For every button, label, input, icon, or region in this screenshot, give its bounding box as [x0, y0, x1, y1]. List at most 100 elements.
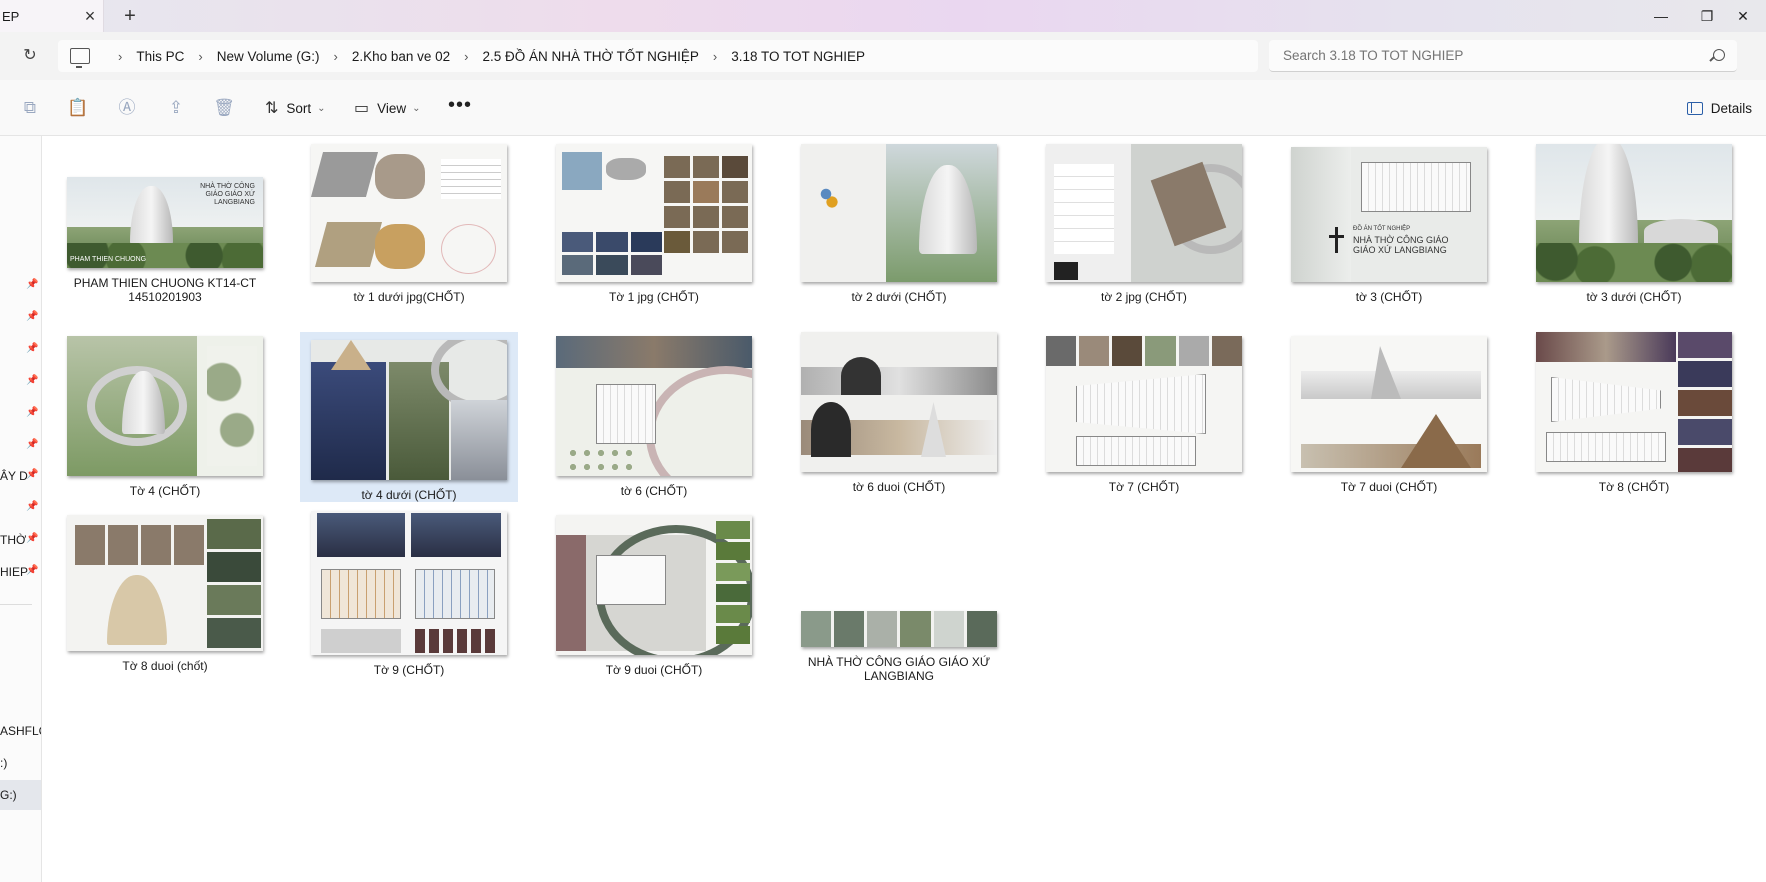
nav-quick-access-item[interactable]: 📌 [0, 303, 41, 333]
search-input[interactable] [1283, 48, 1703, 63]
file-thumbnail [1046, 336, 1242, 472]
rename-icon[interactable]: Ⓐ [115, 96, 139, 120]
nav-item-label: HIEP [0, 565, 29, 579]
file-item[interactable]: Tờ 9 duoi (CHỐT) [545, 511, 763, 691]
chevron-right-icon[interactable]: › [198, 49, 202, 64]
file-name: tờ 1 dưới jpg(CHỐT) [353, 290, 465, 304]
search-icon[interactable] [1713, 49, 1725, 61]
details-button[interactable]: Details [1686, 94, 1752, 122]
file-thumbnail: NHÀ THỜ CÔNG GIÁO GIÁO XỨ LANGBIANG ĐỒ Á… [1291, 147, 1487, 282]
nav-quick-access-item[interactable]: 📌 [0, 493, 41, 523]
chevron-right-icon[interactable]: › [333, 49, 337, 64]
file-item[interactable]: NHÀ THỜ CÔNG GIÁO GIÁO XỨ LANGBIANG ĐỒ Á… [1280, 144, 1498, 304]
file-item[interactable]: Tờ 9 (CHỐT) [300, 511, 518, 691]
file-thumbnail [1536, 144, 1732, 282]
nav-quick-access-item[interactable]: 📌 [0, 271, 41, 301]
chevron-down-icon: ⌄ [317, 102, 326, 114]
sort-button[interactable]: ⇅ Sort ⌄ [265, 94, 326, 122]
nav-drive-item[interactable]: :) [0, 748, 41, 778]
title-bar: EP × + — ❐ ✕ [0, 0, 1766, 32]
file-item[interactable]: tờ 6 (CHỐT) [545, 332, 763, 502]
view-icon: ▭ [354, 100, 370, 117]
breadcrumb-do-an[interactable]: 2.5 ĐỒ ÁN NHÀ THỜ TỐT NGHIỆP [483, 49, 699, 64]
nav-quick-access-item[interactable]: 📌 [0, 399, 41, 429]
chevron-right-icon[interactable]: › [713, 49, 717, 64]
breadcrumb-kho-ban-ve[interactable]: 2.Kho ban ve 02 [352, 49, 450, 64]
thumbnail-title: NHÀ THỜ CÔNG GIÁO GIÁO XỨ LANGBIANG [200, 183, 255, 206]
file-name: tờ 2 dưới (CHỐT) [851, 290, 947, 304]
chevron-right-icon[interactable]: › [464, 49, 468, 64]
nav-quick-access-item[interactable]: HIEP 📌 [0, 557, 41, 587]
nav-drive-item-selected[interactable]: G:) [0, 780, 41, 810]
file-name: Tờ 8 duoi (chốt) [122, 659, 208, 673]
file-thumbnail [311, 511, 507, 655]
command-bar: ⧉ 📋 Ⓐ ⇪ 🗑 ⇅ Sort ⌄ ▭ View ⌄ ••• Details [0, 80, 1766, 136]
file-item[interactable]: Tờ 7 (CHỐT) [1035, 332, 1253, 502]
sort-label: Sort [286, 100, 312, 116]
file-name: Tờ 4 (CHỐT) [129, 484, 201, 498]
file-name: tờ 4 dưới (CHỐT) [361, 488, 457, 502]
pin-icon: 📌 [26, 501, 39, 512]
file-name: tờ 2 jpg (CHỐT) [1101, 290, 1187, 304]
pin-icon: 📌 [26, 439, 39, 450]
new-tab-button[interactable]: + [116, 2, 144, 30]
file-name: tờ 6 duoi (CHỐT) [852, 480, 946, 494]
pin-icon: 📌 [26, 533, 39, 544]
file-name: tờ 3 (CHỐT) [1355, 290, 1423, 304]
file-item[interactable]: Tờ 8 (CHỐT) [1525, 332, 1743, 502]
nav-quick-access-item[interactable]: 📌 [0, 335, 41, 365]
file-name: Tờ 8 (CHỐT) [1598, 480, 1670, 494]
file-item[interactable]: Tờ 1 jpg (CHỐT) [545, 144, 763, 304]
nav-item-label: ASHFLC [0, 724, 41, 738]
file-item[interactable]: NHÀ THỜ CÔNG GIÁO GIÁO XỨ LANGBIANG PHAM… [56, 144, 274, 304]
file-item[interactable]: tờ 3 dưới (CHỐT) [1525, 144, 1743, 304]
minimize-button[interactable]: — [1638, 0, 1684, 32]
file-item-selected[interactable]: tờ 4 dưới (CHỐT) [300, 332, 518, 502]
file-grid: NHÀ THỜ CÔNG GIÁO GIÁO XỨ LANGBIANG PHAM… [42, 136, 1766, 882]
file-thumbnail [67, 515, 263, 651]
file-item[interactable]: tờ 1 dưới jpg(CHỐT) [300, 144, 518, 304]
breadcrumb-current-folder[interactable]: 3.18 TO TOT NGHIEP [731, 49, 865, 64]
nav-quick-access-item[interactable]: ÂY D 📌 [0, 461, 41, 491]
file-item[interactable]: Tờ 8 duoi (chốt) [56, 511, 274, 691]
breadcrumb-new-volume[interactable]: New Volume (G:) [217, 49, 320, 64]
file-item[interactable]: NHÀ THỜ CÔNG GIÁO GIÁO XỨ LANGBIANG [790, 511, 1008, 691]
file-name: Tờ 9 (CHỐT) [373, 663, 445, 677]
file-thumbnail [1291, 336, 1487, 472]
nav-quick-access-item[interactable]: 📌 [0, 367, 41, 397]
file-item[interactable]: tờ 2 dưới (CHỐT) [790, 144, 1008, 304]
file-name: Tờ 1 jpg (CHỐT) [609, 290, 699, 304]
file-name: NHÀ THỜ CÔNG GIÁO GIÁO XỨ LANGBIANG [807, 655, 991, 683]
tab-label: EP [2, 8, 20, 24]
more-options-button[interactable]: ••• [446, 94, 474, 122]
close-window-button[interactable]: ✕ [1720, 0, 1766, 32]
navigation-pane: 📌 📌 📌 📌 📌 📌 ÂY D 📌 📌 THỜ 📌 HIEP 📌 ASHFLC… [0, 136, 42, 882]
paste-icon[interactable]: 📋 [66, 96, 90, 120]
details-label: Details [1710, 100, 1752, 116]
nav-quick-access-item[interactable]: THỜ 📌 [0, 525, 41, 555]
share-icon[interactable]: ⇪ [164, 96, 188, 120]
copy-icon[interactable]: ⧉ [18, 96, 42, 120]
tab-active[interactable]: EP × [0, 0, 104, 32]
view-button[interactable]: ▭ View ⌄ [354, 94, 421, 122]
nav-divider [0, 604, 32, 605]
chevron-right-icon[interactable]: › [118, 49, 122, 64]
refresh-icon[interactable]: ↻ [18, 44, 42, 68]
address-bar[interactable]: › This PC › New Volume (G:) › 2.Kho ban … [58, 40, 1258, 72]
nav-drive-item[interactable]: ASHFLC [0, 716, 41, 746]
file-thumbnail [556, 336, 752, 476]
tab-close-icon[interactable]: × [77, 6, 103, 27]
file-thumbnail: NHÀ THỜ CÔNG GIÁO GIÁO XỨ LANGBIANG PHAM… [67, 177, 263, 268]
thumbnail-author: PHAM THIEN CHUONG [70, 256, 147, 263]
file-thumbnail [1046, 144, 1242, 282]
sort-icon: ⇅ [265, 100, 279, 117]
nav-quick-access-item[interactable]: 📌 [0, 431, 41, 461]
this-pc-icon[interactable] [70, 48, 90, 68]
file-item[interactable]: tờ 6 duoi (CHỐT) [790, 332, 1008, 502]
search-box[interactable] [1269, 40, 1737, 72]
file-item[interactable]: Tờ 4 (CHỐT) [56, 332, 274, 502]
file-item[interactable]: tờ 2 jpg (CHỐT) [1035, 144, 1253, 304]
delete-icon[interactable]: 🗑 [212, 96, 236, 120]
file-item[interactable]: Tờ 7 duoi (CHỐT) [1280, 332, 1498, 502]
breadcrumb-this-pc[interactable]: This PC [136, 49, 184, 64]
